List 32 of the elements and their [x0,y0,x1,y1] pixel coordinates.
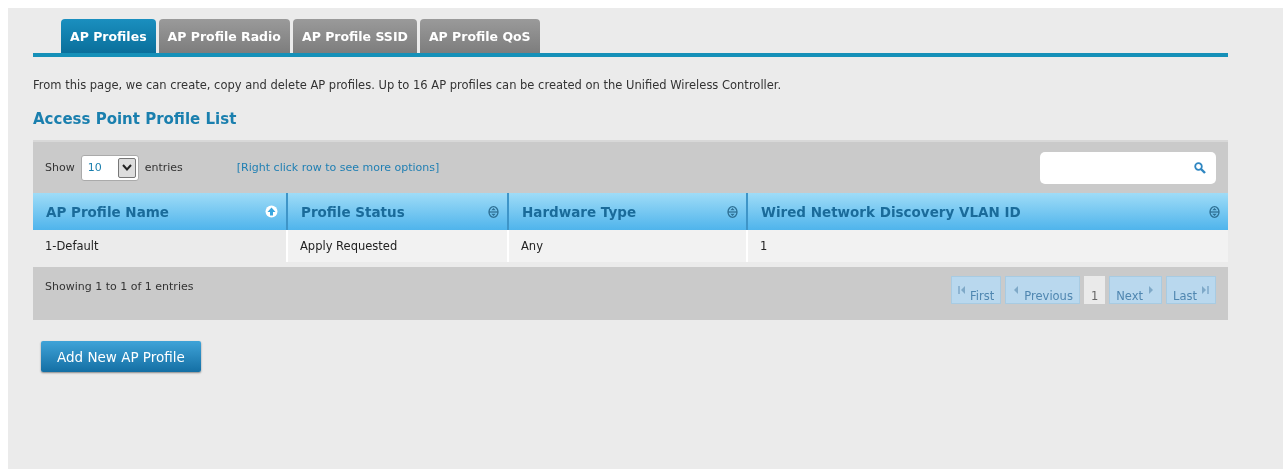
table-cell: 1 [747,230,1228,262]
chevron-down-icon [121,164,132,171]
entries-label: entries [144,161,183,174]
search-field[interactable] [1040,151,1216,184]
table-cell: 1-Default [33,230,287,262]
sort-icon[interactable] [1209,205,1220,218]
page-size-select[interactable]: 10 [80,154,139,181]
page-number-button[interactable]: 1 [1083,275,1106,304]
last-page-icon [1201,284,1209,295]
section-title: Access Point Profile List [33,110,238,128]
table-cell: Apply Requested [287,230,508,262]
hint-text: [Right click row to see more options] [236,161,440,174]
triangle-left-icon [1012,284,1021,295]
sort-ascending-icon[interactable] [265,205,278,218]
first-page-icon [958,284,967,295]
tab[interactable]: AP Profile QoS [419,19,540,53]
add-profile-button[interactable]: Add New AP Profile [41,341,201,372]
column-header[interactable]: Profile Status [287,193,508,230]
table-cell: Any [508,230,747,262]
show-label: Show [45,161,75,174]
column-header[interactable]: Wired Network Discovery VLAN ID [747,193,1228,230]
tab[interactable]: AP Profile Radio [158,19,290,53]
column-header[interactable]: Hardware Type [508,193,747,230]
column-header[interactable]: AP Profile Name [33,193,287,230]
tab[interactable]: AP Profile SSID [292,19,417,53]
tab[interactable]: AP Profiles [61,19,156,53]
search-icon [1194,161,1206,174]
entries-summary: Showing 1 to 1 of 1 entries [45,280,194,295]
triangle-right-icon [1147,284,1156,295]
description: From this page, we can create, copy and delete AP profiles. Up to 16 AP profiles can be created on the Unified Wireless Controller. [33,78,783,92]
sort-icon[interactable] [488,205,499,218]
sort-icon[interactable] [727,205,738,218]
